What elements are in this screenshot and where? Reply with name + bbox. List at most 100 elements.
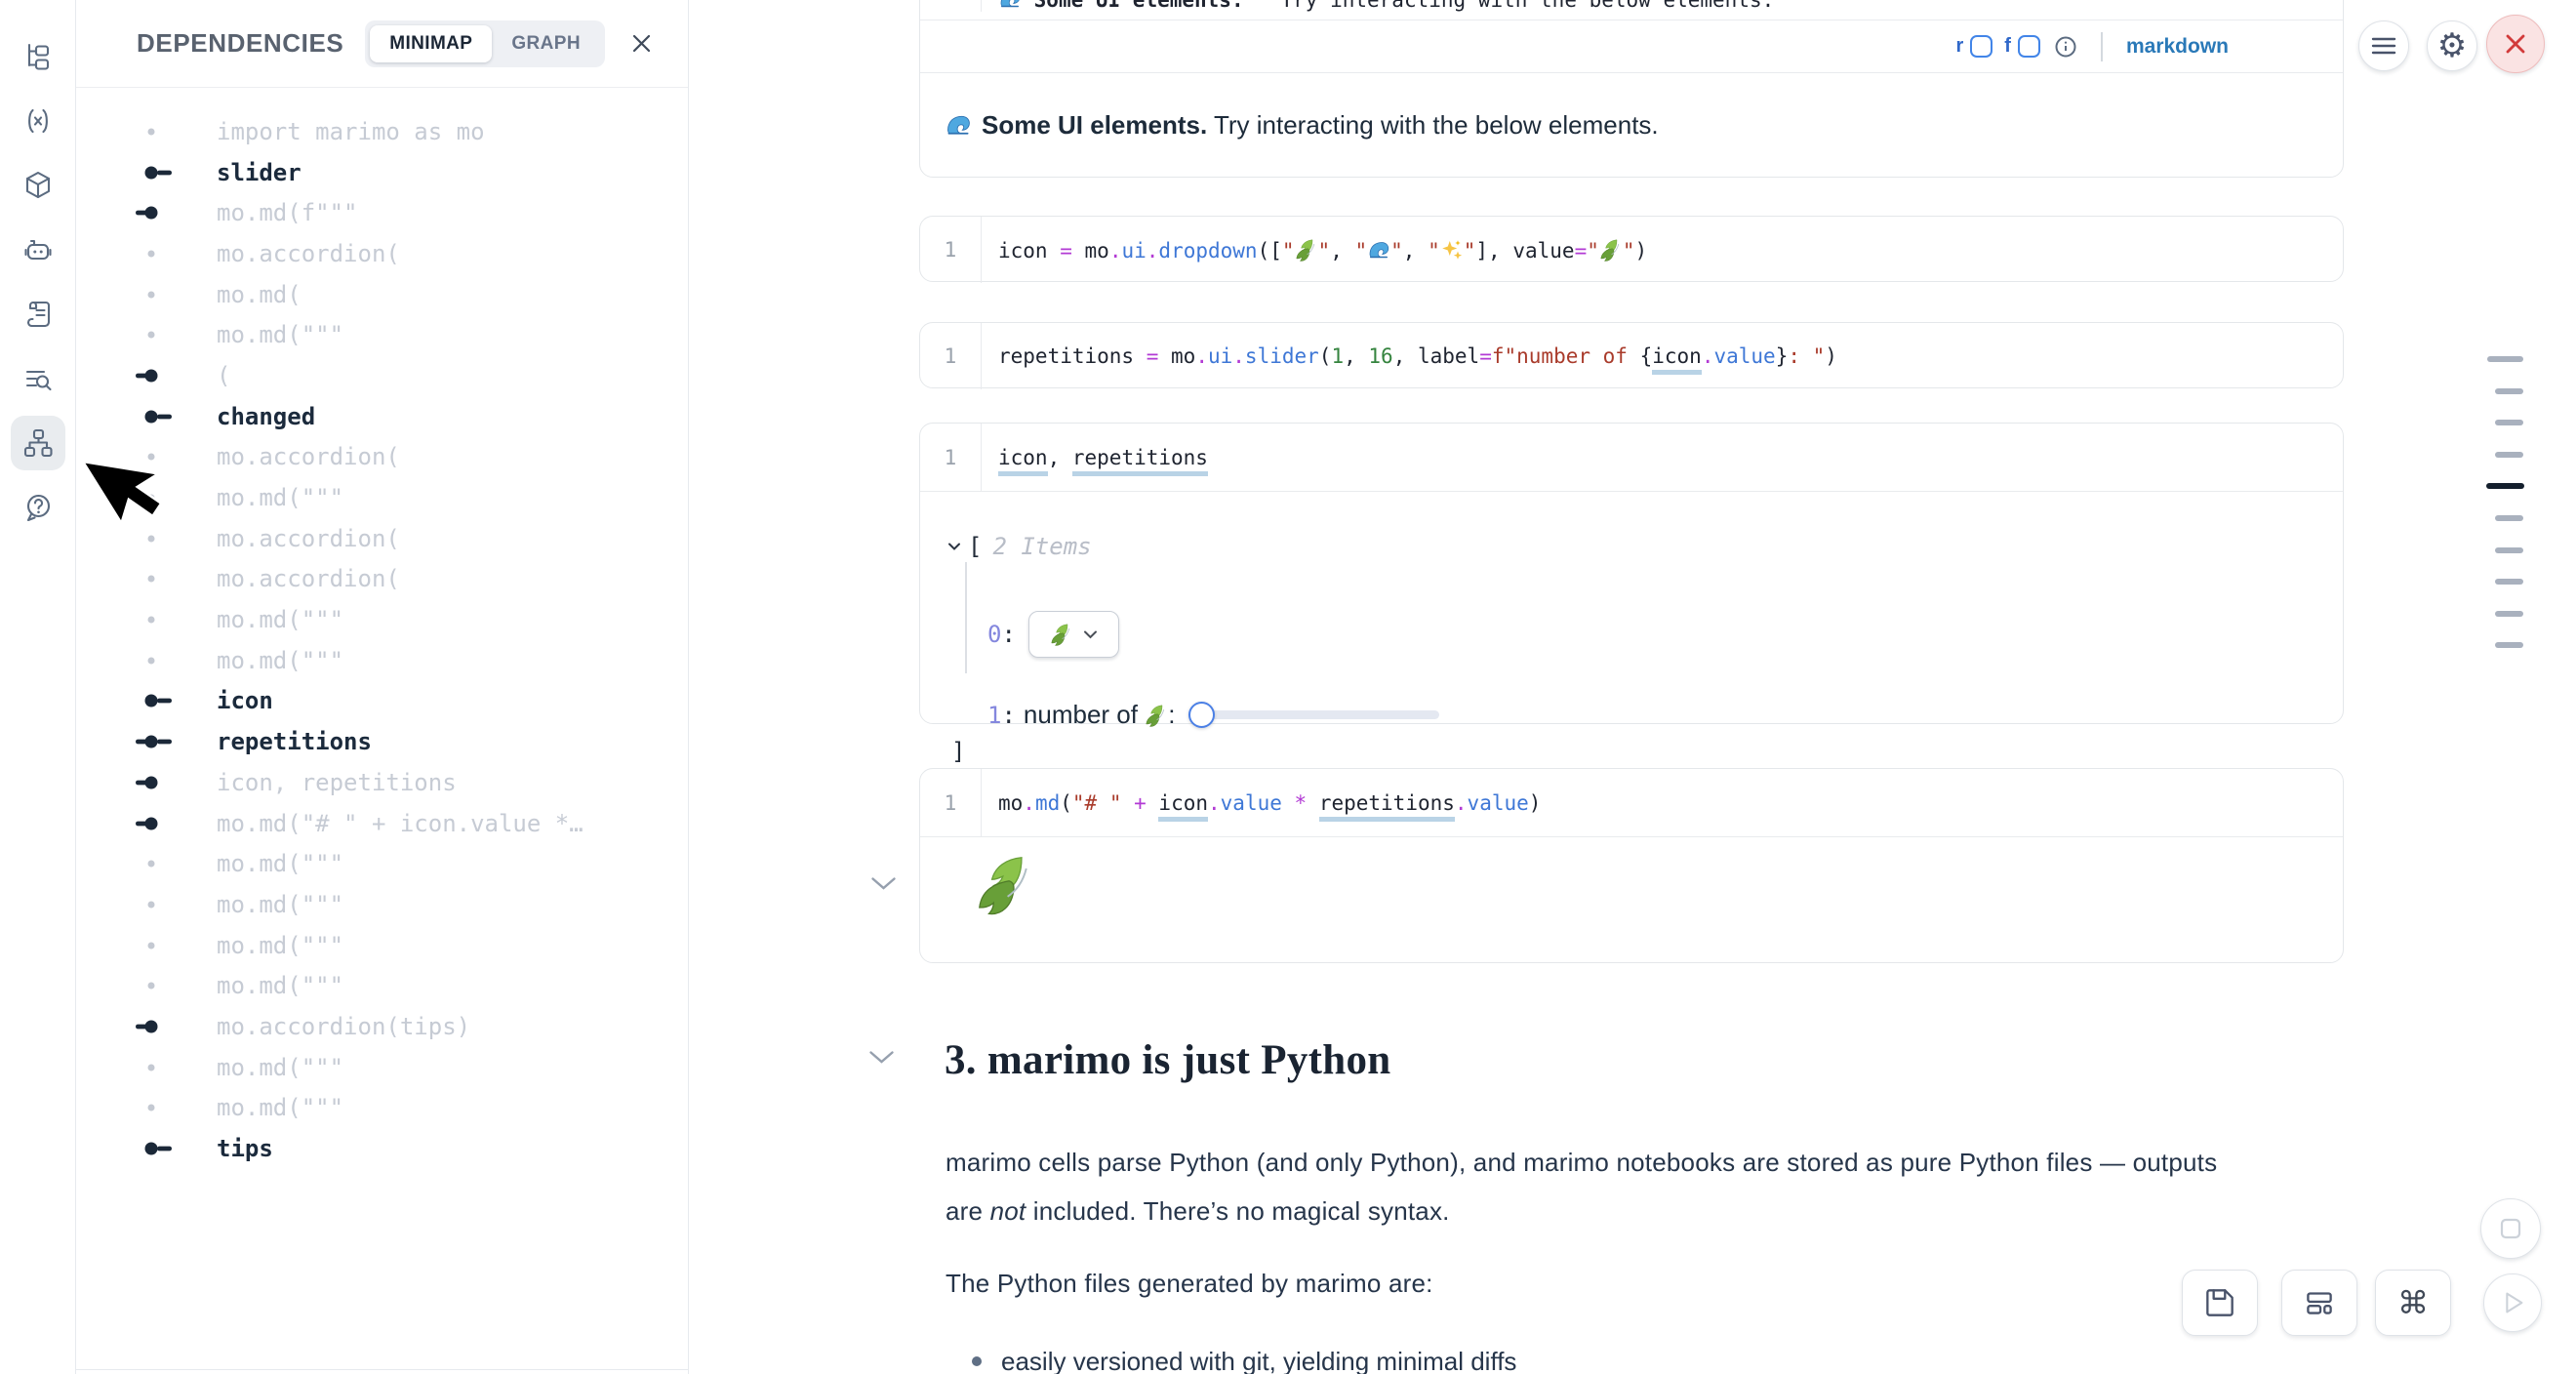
dependencies-icon[interactable] [11, 416, 65, 470]
info-icon[interactable] [2054, 35, 2077, 59]
slider-track[interactable] [1188, 710, 1439, 719]
cell-marker-current[interactable] [2486, 483, 2524, 489]
collapse-chevron-icon[interactable] [870, 876, 897, 891]
cell-marker[interactable] [2495, 579, 2523, 585]
cell-marker-dot-icon [136, 125, 186, 139]
cell-marker-dot-icon [136, 572, 186, 586]
minimap-row[interactable]: mo.accordion( [76, 233, 688, 274]
file-explorer-icon[interactable] [11, 29, 65, 84]
minimap-row[interactable]: mo.md(""" [76, 965, 688, 1006]
cell-code-preview: mo.md(f""" [217, 199, 358, 226]
dropdown-widget[interactable] [1028, 611, 1119, 658]
variables-icon[interactable] [11, 94, 65, 148]
minimap-row[interactable]: ( [76, 355, 688, 396]
cell-marker[interactable] [2495, 547, 2523, 553]
minimap-row[interactable]: changed [76, 396, 688, 437]
minimap-row[interactable]: slider [76, 152, 688, 193]
minimap-row[interactable]: mo.accordion( [76, 518, 688, 559]
tree-colon: : [1001, 702, 1015, 729]
cell-marker[interactable] [2487, 356, 2523, 362]
save-button[interactable] [2182, 1270, 2258, 1336]
minimap-row[interactable]: mo.md(""" [76, 884, 688, 925]
minimap-row[interactable]: mo.accordion( [76, 437, 688, 478]
slider-knob[interactable] [1188, 702, 1215, 728]
cell-code-preview: mo.accordion( [217, 240, 400, 267]
toolbar-divider [2101, 32, 2103, 61]
menu-button[interactable] [2358, 20, 2409, 71]
minimap-row[interactable]: mo.md(""" [76, 1088, 688, 1129]
minimap-row[interactable]: mo.md(f""" [76, 192, 688, 233]
cell-code-preview: mo.accordion( [217, 565, 400, 592]
layout-button[interactable] [2281, 1270, 2357, 1336]
cell-marker-def-icon [136, 694, 186, 707]
packages-icon[interactable] [11, 158, 65, 213]
cell-marker[interactable] [2495, 611, 2523, 617]
minimap-row[interactable]: icon [76, 681, 688, 722]
close-icon[interactable] [630, 32, 653, 55]
ai-assistant-icon[interactable] [11, 222, 65, 277]
shutdown-button[interactable] [2486, 15, 2545, 73]
minimap-row[interactable]: tips [76, 1128, 688, 1169]
cell-marker-dot-icon [136, 898, 186, 911]
tab-graph[interactable]: GRAPH [492, 25, 600, 62]
minimap-row[interactable]: mo.md(""" [76, 843, 688, 884]
cell-position-markers [2487, 356, 2524, 648]
code-cell-dropdown: 1 icon = mo.ui.dropdown(["", "", ""], va… [919, 216, 2344, 282]
cell-marker[interactable] [2495, 515, 2523, 521]
minimap-row[interactable]: mo.md( [76, 274, 688, 315]
bullet-dot [972, 1356, 982, 1366]
cell-marker[interactable] [2495, 388, 2523, 394]
minimap-row[interactable]: mo.accordion(tips) [76, 1006, 688, 1047]
minimap-row[interactable]: repetitions [76, 721, 688, 762]
cell-marker-dot-icon [136, 247, 186, 261]
minimap-row[interactable]: import marimo as mo [76, 111, 688, 152]
outline-search-icon[interactable] [11, 351, 65, 406]
cell-marker[interactable] [2495, 642, 2523, 648]
r-format-checkbox[interactable] [1970, 35, 1992, 58]
run-button[interactable] [2483, 1273, 2542, 1332]
cell-editor[interactable]: 1 icon = mo.ui.dropdown(["", "", ""], va… [920, 217, 2343, 283]
stop-button[interactable] [2480, 1198, 2541, 1259]
minimap-row[interactable]: icon, repetitions [76, 762, 688, 803]
cell-marker-dot-icon [136, 613, 186, 626]
tree-open-bracket: [ [968, 533, 982, 560]
cell-editor[interactable]: 1 repetitions = mo.ui.slider(1, 16, labe… [920, 323, 2343, 389]
close-x-icon [2503, 31, 2528, 57]
minimap-row[interactable]: mo.md(""" [76, 640, 688, 681]
sparkles-emoji [1440, 238, 1464, 262]
minimap-row[interactable]: mo.md(""" [76, 314, 688, 355]
keyboard-shortcuts-button[interactable]: ⌘ [2375, 1270, 2451, 1336]
cell-marker-dot-icon [136, 1101, 186, 1114]
settings-button[interactable]: ⚙ [2427, 20, 2477, 71]
minimap-row[interactable]: mo.accordion( [76, 559, 688, 600]
line-number: 1 [920, 0, 982, 12]
cell-marker-dot-icon [136, 939, 186, 952]
f-format-checkbox[interactable] [2018, 35, 2040, 58]
help-icon[interactable] [11, 480, 65, 535]
dependencies-panel: DEPENDENCIES MINIMAP GRAPH import marimo… [76, 0, 689, 1374]
minimap-row[interactable]: mo.md("# " + icon.value *… [76, 803, 688, 844]
code-line: repetitions = mo.ui.slider(1, 16, label=… [998, 344, 1837, 368]
language-badge[interactable]: markdown [2126, 35, 2229, 59]
minimap-row[interactable]: mo.md(""" [76, 1047, 688, 1088]
slider-label: number of : [1024, 700, 1176, 730]
minimap-row[interactable]: mo.md(""" [76, 925, 688, 966]
cell-marker[interactable] [2495, 452, 2523, 458]
stop-icon [2494, 1212, 2527, 1245]
slider-widget[interactable] [1188, 702, 1439, 728]
cell-marker[interactable] [2495, 420, 2523, 425]
cell-marker-dot-icon [136, 532, 186, 546]
cell-marker-dot-icon [136, 1061, 186, 1074]
tree-collapse-icon[interactable] [947, 542, 961, 551]
code-line: mo.md("# " + icon.value * repetitions.va… [998, 791, 1541, 815]
tab-minimap[interactable]: MINIMAP [370, 25, 492, 62]
minimap-row[interactable]: mo.md(""" [76, 477, 688, 518]
logs-icon[interactable] [11, 287, 65, 342]
collapse-chevron-icon[interactable] [868, 1050, 895, 1065]
tree-colon: : [1001, 621, 1015, 648]
cell-editor[interactable]: 1 mo.md("# " + icon.value * repetitions.… [920, 769, 2343, 837]
markdown-cell-editor[interactable]: 1 Some UI elements. Try interacting with… [920, 0, 2343, 20]
minimap-row[interactable]: mo.md(""" [76, 599, 688, 640]
cell-editor[interactable]: 1 icon, repetitions [920, 424, 2343, 492]
wave-emoji [945, 111, 972, 139]
